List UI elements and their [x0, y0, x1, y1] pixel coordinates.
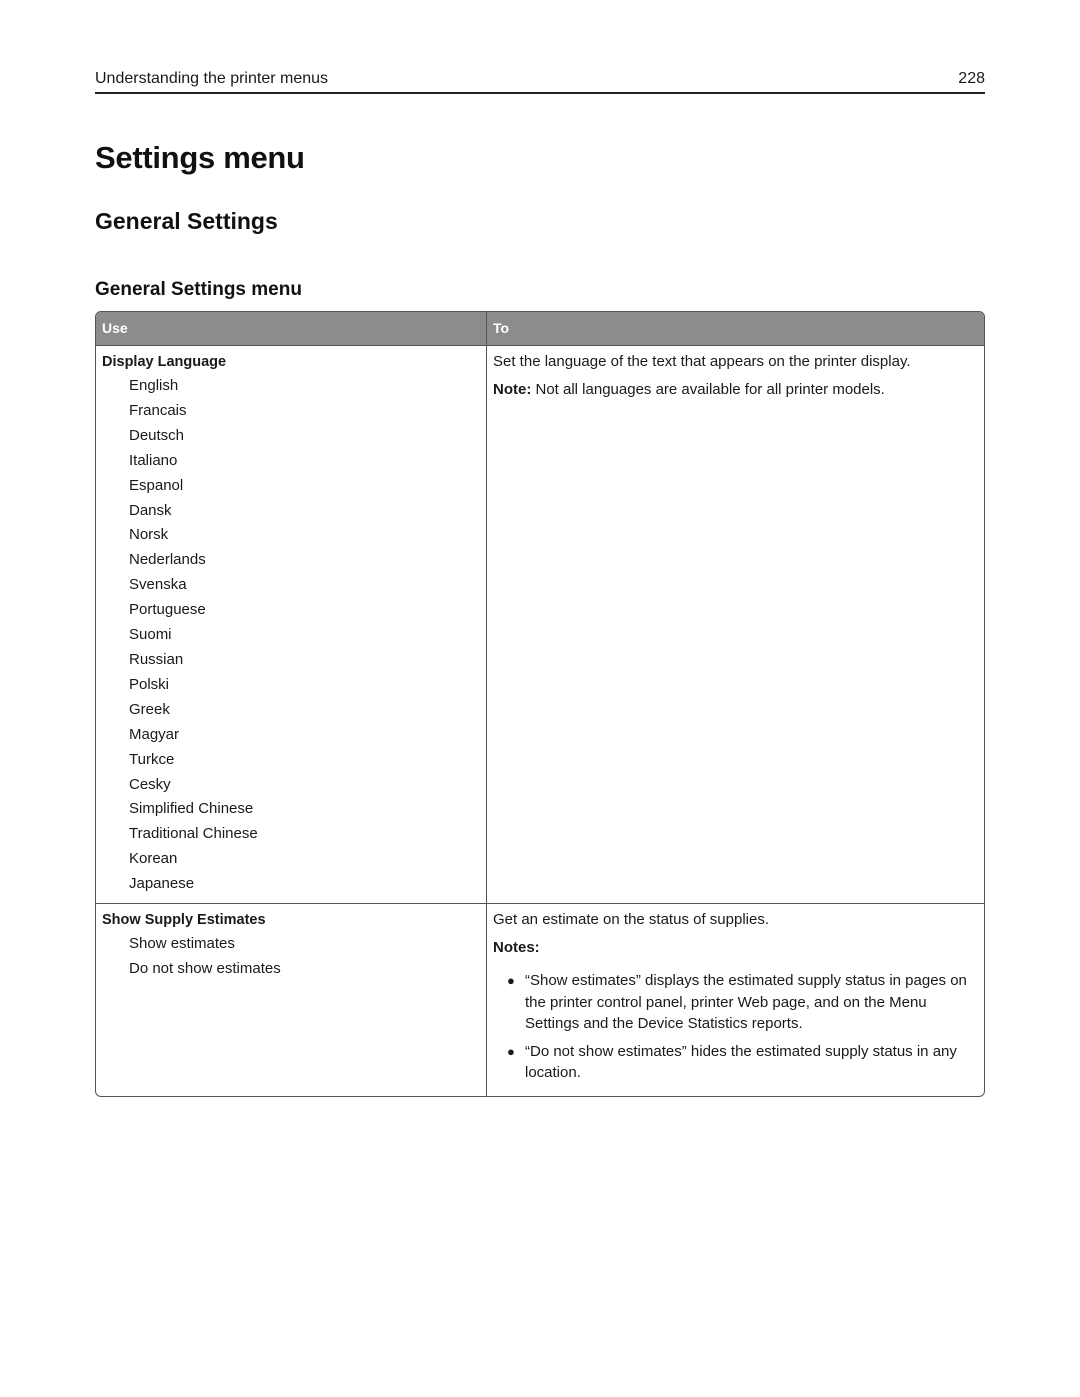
option-item: Suomi — [129, 626, 172, 644]
table-header: Use To — [96, 312, 984, 346]
option-item: English — [129, 377, 179, 394]
subsection-title: General Settings menu — [95, 279, 302, 300]
use-cell: Show Supply Estimates Show estimates Do n… — [96, 904, 487, 1096]
note-text: Not all languages are available for all … — [531, 381, 885, 398]
option-item: Nederlands — [129, 551, 206, 569]
notes-heading: Notes: — [493, 939, 540, 957]
option-item: Russian — [129, 650, 184, 668]
notes-list: ● “Show estimates” displays the estimated… — [493, 970, 978, 1084]
column-header-to: To — [493, 320, 510, 336]
option-item: Simplified Chinese — [129, 800, 254, 818]
option-item: Espanol — [129, 476, 184, 494]
bullet-icon: ● — [507, 973, 515, 989]
setting-name: Display Language — [102, 354, 227, 370]
option-item: Portuguese — [129, 601, 206, 619]
use-cell: Display Language English Francais Deutsch I… — [96, 346, 487, 904]
options-list: Show estimates Do not show estimates — [102, 932, 480, 982]
option-item: Turkce — [129, 750, 175, 768]
settings-table: Use To Display Language English Francais D… — [95, 311, 985, 1097]
option-item: Dansk — [129, 501, 172, 519]
setting-description: Set the language of the text that appear… — [493, 353, 911, 370]
setting-name: Show Supply Estimates — [102, 912, 266, 929]
option-item: Greek — [129, 700, 170, 718]
option-item: Cesky — [129, 775, 171, 793]
option-item: Italiano — [129, 451, 178, 469]
options-list: English Francais Deutsch Italiano Espanol Dan… — [102, 374, 480, 897]
note-item: ● “Show estimates” displays the estimated… — [507, 972, 967, 1033]
column-header-use: Use — [96, 312, 487, 345]
option-item: Deutsch — [129, 426, 185, 444]
option-item: Magyar — [129, 725, 180, 743]
table-row: Display Language English Francais Deutsch I… — [96, 346, 984, 905]
page-title: Settings menu — [95, 140, 305, 175]
option-item: Traditional Chinese — [129, 825, 258, 843]
table-row: Show Supply Estimates Show estimates Do n… — [96, 904, 984, 1096]
option-item: Norsk — [129, 526, 169, 544]
section-title: General Settings — [95, 208, 278, 234]
bullet-icon: ● — [507, 1043, 515, 1059]
option-item: Polski — [129, 675, 170, 693]
option-item: Svenska — [129, 576, 187, 594]
to-cell: Set the language of the text that appear… — [487, 346, 984, 903]
option-item: Do not show estimates — [129, 959, 281, 977]
setting-description: Get an estimate on the status of supplie… — [493, 911, 769, 929]
running-header: Understanding the printer menus 228 — [95, 68, 985, 94]
running-title: Understanding the printer menus — [95, 70, 329, 87]
option-item: Francais — [129, 401, 187, 419]
option-item: Korean — [129, 850, 178, 868]
to-cell: Get an estimate on the status of supplie… — [487, 904, 984, 1096]
note: Note: Not all languages are available fo… — [493, 381, 978, 399]
page-number: 228 — [958, 70, 985, 87]
option-item: Japanese — [129, 875, 195, 893]
note-label: Note: — [493, 381, 532, 398]
note-item: ● “Do not show estimates” hides the estim… — [507, 1042, 957, 1082]
option-item: Show estimates — [129, 935, 235, 953]
